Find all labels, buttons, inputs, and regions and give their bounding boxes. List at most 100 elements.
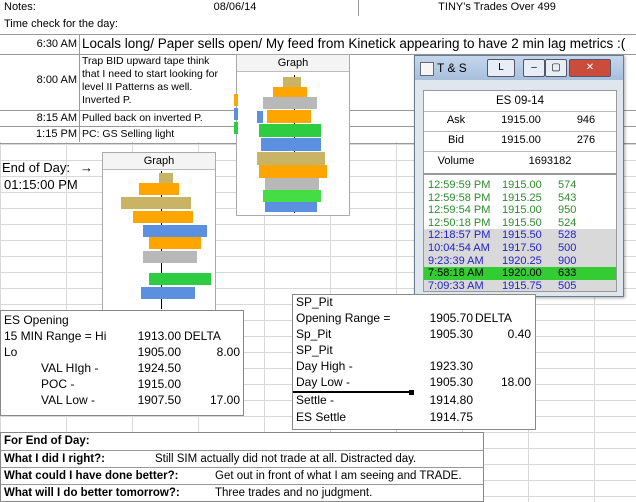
graph-bar bbox=[257, 152, 325, 165]
ts-print-size: 950 bbox=[558, 204, 577, 217]
es-row-extra[interactable]: DELTA bbox=[184, 329, 221, 344]
review-question[interactable]: What could I have done better?: bbox=[4, 469, 178, 484]
sp-pit-block: SP_Pit Opening Range = 1905.70 DELTA Sp_… bbox=[292, 294, 536, 430]
sp-row-extra[interactable]: 0.40 bbox=[475, 327, 531, 342]
review-answer[interactable]: Get out in front of what I am seeing and… bbox=[215, 469, 462, 484]
time-cell[interactable]: 8:00 AM bbox=[0, 73, 77, 88]
es-row: Lo 1905.00 8.00 bbox=[1, 345, 243, 361]
ts-title: T & S bbox=[437, 61, 467, 75]
sp-row-label[interactable]: Day High - bbox=[296, 359, 353, 374]
note-line[interactable]: Inverted P. bbox=[82, 94, 131, 107]
review-row: What I did I right?: Still SIM actually … bbox=[1, 450, 483, 468]
sp-row-value[interactable]: 1923.30 bbox=[411, 359, 473, 374]
graph-bottom[interactable]: Graph bbox=[102, 152, 216, 312]
ask-size: 946 bbox=[576, 114, 596, 126]
ts-print-row[interactable]: 12:59:58 PM 1915.25 543 bbox=[424, 191, 616, 205]
side-bar bbox=[234, 94, 238, 106]
bid-size: 276 bbox=[576, 134, 596, 146]
sp-row-value[interactable]: 1905.30 bbox=[411, 327, 473, 342]
sp-row-value[interactable]: 1914.75 bbox=[411, 410, 473, 425]
sp-row: Opening Range = 1905.70 DELTA bbox=[293, 311, 535, 327]
note-cell[interactable]: Pulled back on inverted P. bbox=[82, 111, 203, 126]
graph-bar bbox=[143, 225, 207, 237]
ts-print-time: 7:09:33 AM bbox=[428, 279, 484, 292]
sheet-title-cell[interactable]: TINY's Trades Over 499 bbox=[358, 0, 635, 16]
note-cell[interactable]: Locals long/ Paper sells open/ My feed f… bbox=[82, 36, 625, 51]
notes-label: Notes: bbox=[4, 1, 36, 13]
ts-print-size: 633 bbox=[558, 267, 577, 280]
ts-l-button[interactable]: L bbox=[487, 59, 515, 77]
es-row-value[interactable]: 1905.00 bbox=[121, 345, 181, 360]
side-bar bbox=[234, 122, 238, 134]
sp-row-label[interactable]: Day Low - bbox=[296, 375, 350, 390]
es-row-label[interactable]: Lo bbox=[4, 345, 17, 360]
sp-row-value[interactable]: 1905.30 bbox=[411, 375, 473, 390]
sp-row-extra[interactable]: DELTA bbox=[475, 311, 512, 326]
ts-print-row[interactable]: 9:23:39 AM 1920.25 900 bbox=[424, 254, 616, 268]
ts-print-size: 505 bbox=[558, 279, 577, 292]
graph-top[interactable]: Graph bbox=[236, 54, 350, 216]
sp-row-value[interactable]: 1905.70 bbox=[411, 311, 473, 326]
close-icon[interactable]: ✕ bbox=[569, 59, 611, 77]
sheet-title: TINY's Trades Over 499 bbox=[438, 1, 556, 13]
review-answer[interactable]: Still SIM actually did not trade at all.… bbox=[155, 452, 416, 467]
note-line[interactable]: that I need to start looking for bbox=[82, 68, 218, 81]
sp-row-value[interactable]: 1914.80 bbox=[411, 393, 473, 408]
sp-row: Day High - 1923.30 bbox=[293, 359, 535, 375]
es-row-label[interactable]: 15 MIN Range = Hi bbox=[4, 329, 106, 344]
end-of-day-label[interactable]: End of Day: bbox=[2, 160, 70, 175]
sp-row-label[interactable]: ES Settle bbox=[296, 410, 346, 425]
time-cell[interactable]: 1:15 PM bbox=[0, 127, 77, 142]
graph-bar bbox=[133, 211, 193, 223]
end-of-day-time[interactable]: 01:15:00 PM bbox=[4, 177, 78, 192]
sp-row-label[interactable]: SP_Pit bbox=[296, 343, 333, 358]
bid-price: 1915.00 bbox=[501, 134, 541, 146]
note-cell[interactable]: PC: GS Selling light bbox=[82, 127, 174, 142]
sp-row-label[interactable]: Settle - bbox=[296, 393, 334, 408]
ts-print-price: 1915.00 bbox=[502, 204, 542, 217]
sp-row-label[interactable]: Opening Range = bbox=[296, 311, 390, 326]
ts-print-row[interactable]: 10:04:54 AM 1917.50 500 bbox=[424, 242, 616, 255]
ts-print-row[interactable]: 12:59:54 PM 1915.00 950 bbox=[424, 204, 616, 218]
es-row-value[interactable]: 1915.00 bbox=[121, 377, 181, 392]
date-cell[interactable]: 08/06/14 bbox=[180, 0, 290, 15]
es-row-value[interactable]: 1907.50 bbox=[121, 393, 181, 408]
es-row-extra[interactable]: 8.00 bbox=[184, 345, 240, 360]
note-line[interactable]: level II Patterns as well. bbox=[82, 81, 192, 94]
ts-print-time: 12:50:18 PM bbox=[428, 216, 491, 229]
restore-icon[interactable]: ▢ bbox=[545, 59, 567, 77]
note-line[interactable]: Trap BID upward tape think bbox=[82, 55, 209, 68]
ts-prints-list[interactable]: 12:59:59 PM 1915.00 574 12:59:58 PM 1915.25 5… bbox=[423, 174, 617, 292]
minimize-icon[interactable]: – bbox=[523, 59, 545, 77]
ts-title-bar[interactable]: T & S L – ▢ ✕ bbox=[415, 56, 623, 80]
time-cell[interactable]: 6:30 AM bbox=[0, 37, 77, 52]
es-row-extra[interactable]: 17.00 bbox=[184, 393, 240, 408]
ts-print-row[interactable]: 12:59:59 PM 1915.00 574 bbox=[424, 179, 616, 192]
ts-print-row[interactable]: 7:09:33 AM 1915.75 505 bbox=[424, 279, 616, 292]
es-row-label[interactable]: POC - bbox=[41, 377, 74, 392]
time-cell[interactable]: 8:15 AM bbox=[0, 111, 77, 126]
sp-row: Settle - 1914.80 bbox=[293, 393, 535, 409]
es-row-value[interactable]: 1913.00 bbox=[121, 329, 181, 344]
review-heading[interactable]: For End of Day: bbox=[4, 434, 90, 449]
ts-print-row[interactable]: 12:18:57 PM 1915.50 528 bbox=[424, 229, 616, 243]
review-answer[interactable]: Three trades and no judgment. bbox=[215, 486, 372, 501]
sp-row-label[interactable]: SP_Pit bbox=[296, 295, 333, 310]
ts-print-time: 12:59:54 PM bbox=[428, 204, 491, 217]
review-question[interactable]: What will I do better tomorrow?: bbox=[4, 486, 180, 501]
sp-row-label[interactable]: Sp_Pit bbox=[296, 327, 331, 342]
ts-print-price: 1915.75 bbox=[502, 279, 542, 292]
ts-print-row[interactable]: 12:50:18 PM 1915.50 524 bbox=[424, 216, 616, 230]
sp-row-extra[interactable]: 18.00 bbox=[475, 375, 531, 390]
es-opening-title[interactable]: ES Opening bbox=[4, 313, 69, 328]
es-row-label[interactable]: VAL Low - bbox=[41, 393, 95, 408]
quote-divider bbox=[424, 111, 616, 112]
ts-print-price: 1915.25 bbox=[502, 191, 542, 204]
ts-print-price: 1920.00 bbox=[502, 267, 542, 280]
es-row-label[interactable]: VAL HIgh - bbox=[41, 361, 98, 376]
ts-print-row[interactable]: 7:58:18 AM 1920.00 633 bbox=[424, 267, 616, 281]
graph-bar bbox=[143, 251, 197, 263]
review-question[interactable]: What I did I right?: bbox=[4, 452, 105, 467]
es-row-value[interactable]: 1924.50 bbox=[121, 361, 181, 376]
time-and-sales-window[interactable]: T & S L – ▢ ✕ ES 09-14 Ask 1915.00 946 B… bbox=[414, 55, 624, 297]
